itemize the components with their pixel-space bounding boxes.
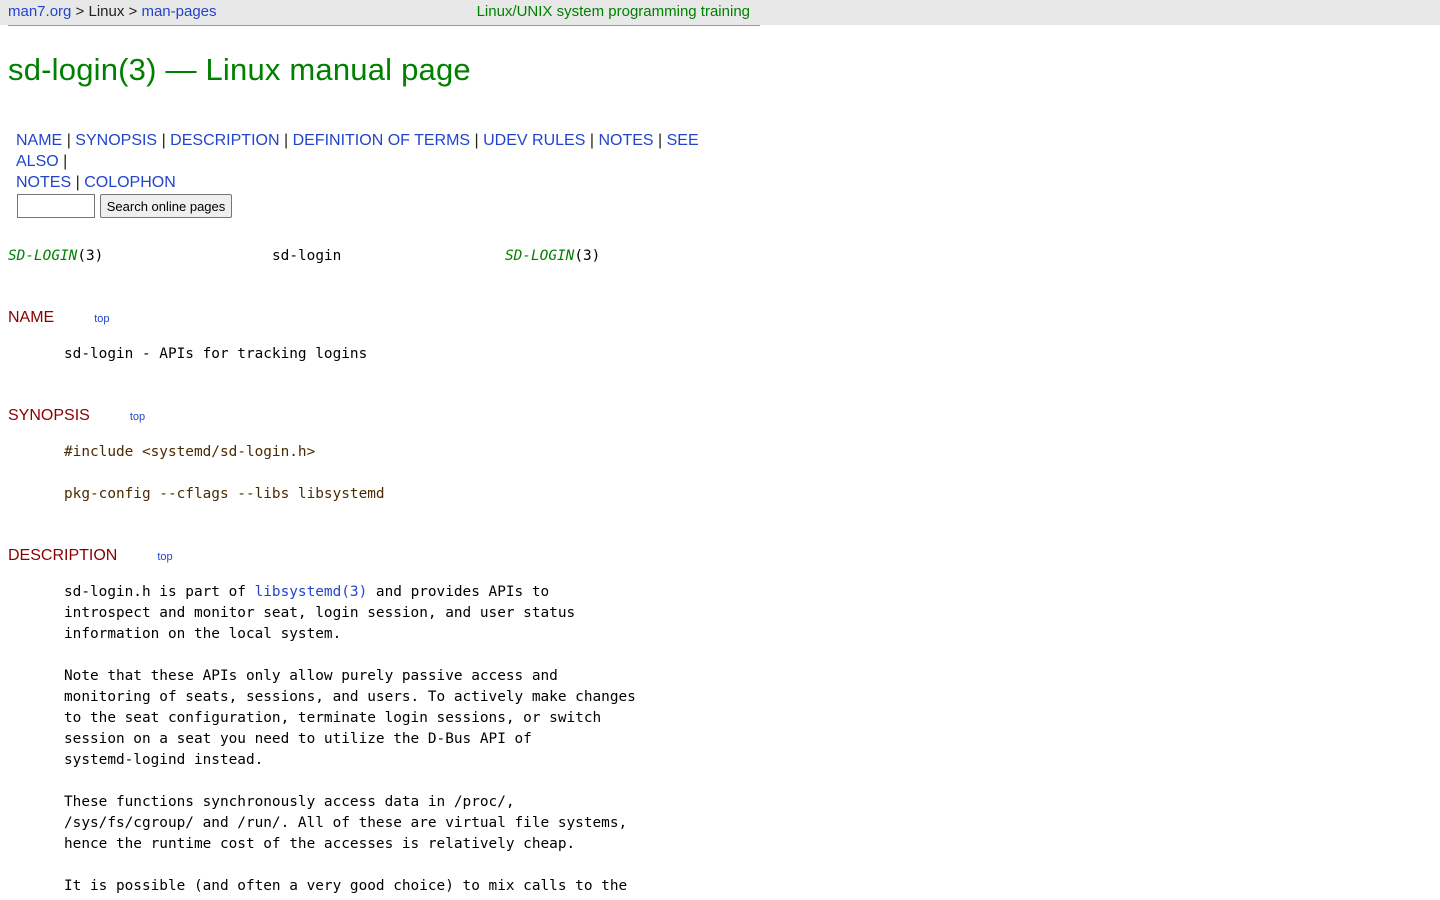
description-paragraph-1: sd-login.h is part of libsystemd(3) and … (64, 582, 575, 645)
section-heading-name: NAME top (8, 309, 110, 327)
description-p1-pre: sd-login.h is part of (64, 584, 255, 600)
man-header-left-name: SD-LOGIN (8, 248, 78, 264)
toc-separator: | (658, 132, 663, 149)
section-heading-name-text: NAME (8, 309, 55, 326)
man-header-left-section: (3) (77, 248, 104, 264)
toc-link-colophon[interactable]: COLOPHON (84, 174, 176, 191)
toc-link-udev-rules[interactable]: UDEV RULES (483, 132, 585, 149)
man-header-right-name: SD-LOGIN (505, 248, 575, 264)
description-paragraph-4: It is possible (and often a very good ch… (64, 878, 628, 894)
training-link[interactable]: Linux/UNIX system programming training (477, 0, 750, 24)
toc-separator: | (75, 174, 80, 191)
toc-separator: | (66, 132, 71, 149)
top-bar: man7.org > Linux > man-pages Linux/UNIX … (0, 0, 1440, 26)
description-paragraph-2: Note that these APIs only allow purely p… (64, 668, 636, 768)
toc-separator: | (161, 132, 166, 149)
breadcrumb-manpages-link[interactable]: man-pages (141, 3, 216, 20)
toc-separator: | (474, 132, 479, 149)
libsystemd-link[interactable]: libsystemd(3) (255, 584, 368, 600)
man-header-left: SD-LOGIN(3) (8, 248, 103, 264)
toc-link-synopsis[interactable]: SYNOPSIS (75, 132, 157, 149)
section-heading-description-text: DESCRIPTION (8, 547, 118, 564)
section-heading-synopsis: SYNOPSIS top (8, 407, 145, 425)
search-button[interactable]: Search online pages (100, 194, 232, 218)
top-link[interactable]: top (130, 411, 145, 423)
toc-link-notes[interactable]: NOTES (598, 132, 653, 149)
synopsis-pkgconfig: pkg-config --cflags --libs libsystemd (64, 486, 385, 502)
section-heading-description: DESCRIPTION top (8, 547, 173, 565)
toc-link-name[interactable]: NAME (16, 132, 62, 149)
breadcrumb-home-link[interactable]: man7.org (8, 3, 71, 20)
section-heading-synopsis-text: SYNOPSIS (8, 407, 90, 424)
top-link[interactable]: top (157, 551, 172, 563)
man-header-right-section: (3) (574, 248, 601, 264)
toc-link-notes-2[interactable]: NOTES (16, 174, 71, 191)
breadcrumb-separator: > (71, 3, 89, 20)
toc-link-description[interactable]: DESCRIPTION (170, 132, 279, 149)
breadcrumb-separator: > (124, 3, 142, 20)
toc-separator: | (63, 153, 68, 170)
toc-separator: | (589, 132, 594, 149)
toc-separator: | (283, 132, 289, 149)
description-paragraph-3: These functions synchronously access dat… (64, 794, 628, 852)
table-of-contents: NAME | SYNOPSIS | DESCRIPTION | DEFINITI… (16, 130, 716, 193)
breadcrumb-linux: Linux (88, 3, 125, 20)
top-bar-inner: man7.org > Linux > man-pages Linux/UNIX … (8, 0, 760, 26)
synopsis-include: #include <systemd/sd-login.h> (64, 444, 316, 460)
man-header-center: sd-login (272, 248, 342, 264)
top-link[interactable]: top (94, 313, 109, 325)
name-text: sd-login - APIs for tracking logins (64, 346, 368, 362)
breadcrumb: man7.org > Linux > man-pages (8, 0, 217, 24)
search-input[interactable] (17, 194, 95, 218)
toc-link-definition-of-terms[interactable]: DEFINITION OF TERMS (293, 132, 470, 149)
man-header-right: SD-LOGIN(3) (505, 248, 600, 264)
page-title: sd-login(3) — Linux manual page (8, 52, 471, 87)
